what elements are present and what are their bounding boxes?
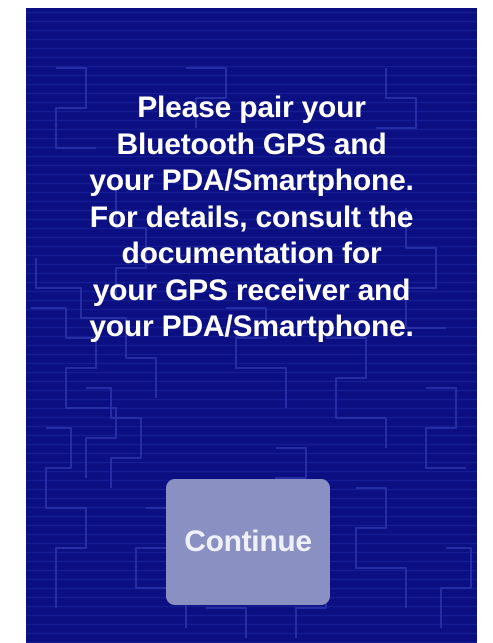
message-line: documentation for (121, 237, 382, 270)
gps-setup-screen: Please pair your Bluetooth GPS and your … (26, 8, 477, 643)
message-line: For details, consult the (89, 200, 414, 234)
pairing-instructions: Please pair your Bluetooth GPS and your … (26, 90, 477, 346)
message-line: Bluetooth GPS and (116, 127, 387, 161)
message-line: your PDA/Smartphone. (89, 164, 414, 197)
continue-button-label: Continue (184, 525, 312, 558)
message-line: your GPS receiver and (92, 273, 411, 307)
device-frame: Please pair your Bluetooth GPS and your … (0, 0, 493, 643)
continue-button[interactable]: Continue (166, 479, 330, 605)
message-line: your PDA/Smartphone. (89, 310, 414, 343)
message-line: Please pair your (137, 91, 366, 124)
